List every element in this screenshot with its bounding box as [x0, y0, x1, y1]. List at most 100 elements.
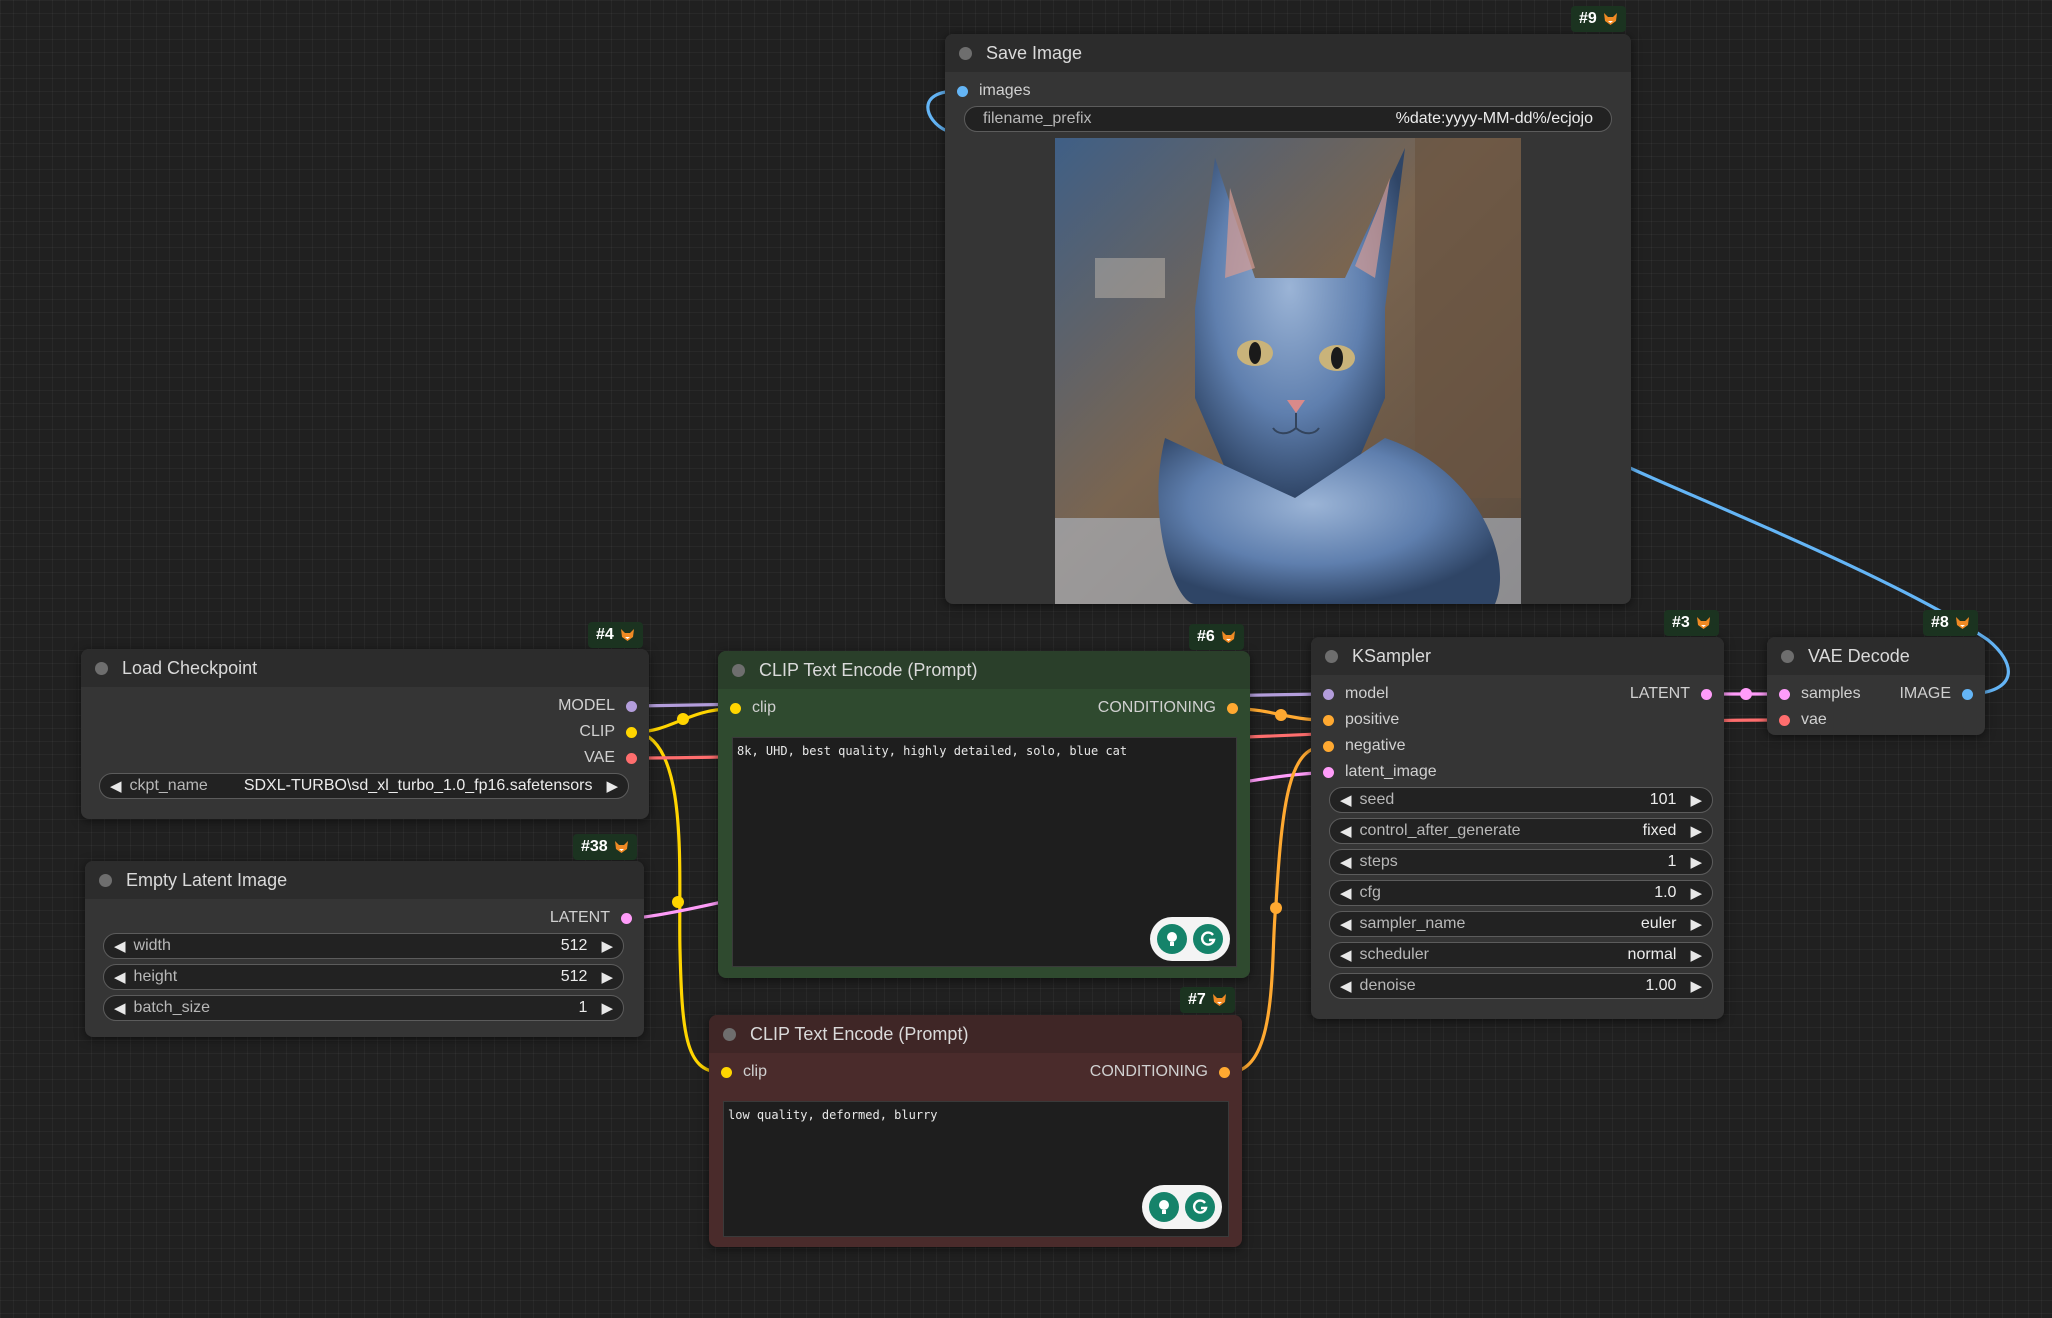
- height-number-widget[interactable]: ◀ height 512 ▶: [103, 964, 624, 990]
- cfg-widget[interactable]: ◀ cfg 1.0 ▶: [1329, 880, 1713, 906]
- node-header[interactable]: CLIP Text Encode (Prompt): [718, 651, 1250, 689]
- writing-assistant-button[interactable]: [1150, 917, 1230, 961]
- slot-dot[interactable]: [1323, 740, 1334, 752]
- arrow-left-icon[interactable]: ◀: [110, 777, 122, 795]
- arrow-right-icon[interactable]: ▶: [1690, 915, 1702, 933]
- arrow-right-icon[interactable]: ▶: [1690, 791, 1702, 809]
- arrow-right-icon[interactable]: ▶: [601, 968, 613, 986]
- lightbulb-icon[interactable]: [1157, 924, 1187, 954]
- denoise-widget[interactable]: ◀ denoise 1.00 ▶: [1329, 973, 1713, 999]
- output-slot-vae[interactable]: VAE: [584, 747, 637, 769]
- node-header[interactable]: Save Image: [945, 34, 1631, 72]
- output-slot-conditioning[interactable]: CONDITIONING: [1098, 697, 1238, 719]
- arrow-right-icon[interactable]: ▶: [1690, 977, 1702, 995]
- collapse-toggle[interactable]: [95, 661, 108, 675]
- control-after-generate-widget[interactable]: ◀ control_after_generate fixed ▶: [1329, 818, 1713, 844]
- arrow-right-icon[interactable]: ▶: [601, 937, 613, 955]
- input-slot-model[interactable]: model: [1323, 683, 1389, 705]
- arrow-right-icon[interactable]: ▶: [1690, 884, 1702, 902]
- output-slot-conditioning[interactable]: CONDITIONING: [1090, 1061, 1230, 1083]
- collapse-toggle[interactable]: [1781, 649, 1794, 663]
- slot-dot[interactable]: [626, 700, 637, 712]
- collapse-toggle[interactable]: [99, 873, 112, 887]
- input-slot-vae[interactable]: vae: [1779, 709, 1827, 731]
- slot-dot[interactable]: [730, 702, 741, 714]
- slot-dot[interactable]: [1219, 1066, 1230, 1078]
- collapse-toggle[interactable]: [1325, 649, 1338, 663]
- collapse-toggle[interactable]: [723, 1027, 736, 1041]
- slot-dot[interactable]: [621, 912, 632, 924]
- node-clip-text-encode-negative[interactable]: CLIP Text Encode (Prompt) clip CONDITION…: [709, 1015, 1242, 1247]
- input-slot-positive[interactable]: positive: [1323, 709, 1399, 731]
- lightbulb-icon[interactable]: [1149, 1192, 1179, 1222]
- node-clip-text-encode-positive[interactable]: CLIP Text Encode (Prompt) clip CONDITION…: [718, 651, 1250, 978]
- node-vae-decode[interactable]: VAE Decode samples IMAGE vae: [1767, 637, 1985, 735]
- input-slot-samples[interactable]: samples: [1779, 683, 1861, 705]
- node-id-badge: #38: [573, 834, 637, 860]
- width-number-widget[interactable]: ◀ width 512 ▶: [103, 933, 624, 959]
- scheduler-widget[interactable]: ◀ scheduler normal ▶: [1329, 942, 1713, 968]
- arrow-right-icon[interactable]: ▶: [1690, 853, 1702, 871]
- arrow-left-icon[interactable]: ◀: [114, 937, 126, 955]
- node-load-checkpoint[interactable]: Load Checkpoint MODEL CLIP VAE ◀ ckpt_na…: [81, 649, 649, 819]
- slot-dot[interactable]: [626, 726, 637, 738]
- grammarly-icon[interactable]: [1185, 1192, 1215, 1222]
- output-slot-latent[interactable]: LATENT: [1630, 683, 1712, 705]
- slot-dot[interactable]: [721, 1066, 732, 1078]
- node-header[interactable]: CLIP Text Encode (Prompt): [709, 1015, 1242, 1053]
- writing-assistant-button[interactable]: [1142, 1185, 1222, 1229]
- input-slot-clip[interactable]: clip: [721, 1061, 767, 1083]
- slot-dot[interactable]: [1701, 688, 1712, 700]
- steps-widget[interactable]: ◀ steps 1 ▶: [1329, 849, 1713, 875]
- slot-dot[interactable]: [1779, 688, 1790, 700]
- arrow-left-icon[interactable]: ◀: [1340, 884, 1352, 902]
- input-slot-images[interactable]: images: [957, 80, 1031, 102]
- output-slot-model[interactable]: MODEL: [558, 695, 637, 717]
- node-header[interactable]: VAE Decode: [1767, 637, 1985, 675]
- arrow-right-icon[interactable]: ▶: [1690, 946, 1702, 964]
- slot-dot[interactable]: [957, 85, 968, 97]
- node-header[interactable]: Empty Latent Image: [85, 861, 644, 899]
- sampler-name-widget[interactable]: ◀ sampler_name euler ▶: [1329, 911, 1713, 937]
- node-ksampler[interactable]: KSampler model LATENT positive negative …: [1311, 637, 1724, 1019]
- output-slot-latent[interactable]: LATENT: [550, 907, 632, 929]
- output-slot-image[interactable]: IMAGE: [1899, 683, 1973, 705]
- slot-dot[interactable]: [1962, 688, 1973, 700]
- seed-widget[interactable]: ◀ seed 101 ▶: [1329, 787, 1713, 813]
- widget-label: cfg: [1359, 884, 1381, 901]
- slot-dot[interactable]: [1227, 702, 1238, 714]
- arrow-left-icon[interactable]: ◀: [114, 999, 126, 1017]
- arrow-left-icon[interactable]: ◀: [1340, 946, 1352, 964]
- batch-size-number-widget[interactable]: ◀ batch_size 1 ▶: [103, 995, 624, 1021]
- slot-dot[interactable]: [1779, 714, 1790, 726]
- arrow-left-icon[interactable]: ◀: [1340, 791, 1352, 809]
- arrow-right-icon[interactable]: ▶: [1690, 822, 1702, 840]
- slot-dot[interactable]: [1323, 688, 1334, 700]
- arrow-left-icon[interactable]: ◀: [1340, 915, 1352, 933]
- ckpt-name-combo[interactable]: ◀ ckpt_name SDXL-TURBO\sd_xl_turbo_1.0_f…: [99, 773, 629, 799]
- node-save-image[interactable]: Save Image images filename_prefix %date:…: [945, 34, 1631, 604]
- arrow-left-icon[interactable]: ◀: [114, 968, 126, 986]
- widget-value: 1: [1667, 853, 1677, 870]
- grammarly-icon[interactable]: [1193, 924, 1223, 954]
- slot-dot[interactable]: [1323, 766, 1334, 778]
- filename-prefix-field[interactable]: filename_prefix %date:yyyy-MM-dd%/ecjojo: [964, 106, 1612, 132]
- node-header[interactable]: KSampler: [1311, 637, 1724, 675]
- arrow-left-icon[interactable]: ◀: [1340, 977, 1352, 995]
- arrow-right-icon[interactable]: ▶: [606, 777, 618, 795]
- arrow-left-icon[interactable]: ◀: [1340, 853, 1352, 871]
- input-slot-clip[interactable]: clip: [730, 697, 776, 719]
- arrow-left-icon[interactable]: ◀: [1340, 822, 1352, 840]
- input-slot-negative[interactable]: negative: [1323, 735, 1406, 757]
- node-title: KSampler: [1352, 645, 1432, 666]
- arrow-right-icon[interactable]: ▶: [601, 999, 613, 1017]
- node-header[interactable]: Load Checkpoint: [81, 649, 649, 687]
- input-slot-latent-image[interactable]: latent_image: [1323, 761, 1437, 783]
- node-id-badge: #4: [588, 622, 643, 648]
- slot-dot[interactable]: [1323, 714, 1334, 726]
- output-slot-clip[interactable]: CLIP: [579, 721, 637, 743]
- slot-dot[interactable]: [626, 752, 637, 764]
- collapse-toggle[interactable]: [732, 663, 745, 677]
- node-empty-latent-image[interactable]: Empty Latent Image LATENT ◀ width 512 ▶ …: [85, 861, 644, 1037]
- collapse-toggle[interactable]: [959, 46, 972, 60]
